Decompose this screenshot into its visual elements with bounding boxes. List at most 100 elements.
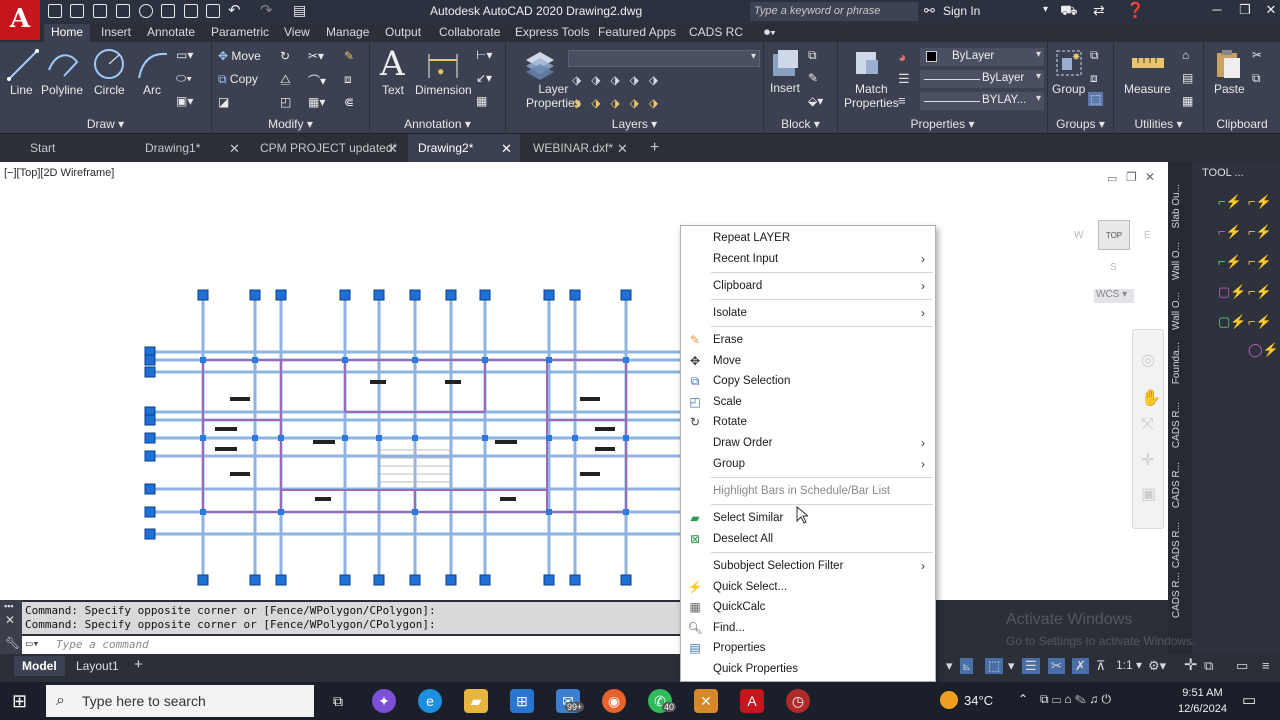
tab-collaborate[interactable]: Collaborate [439, 25, 500, 39]
close-icon[interactable]: ✕ [5, 613, 15, 627]
grip-handle[interactable] [569, 574, 581, 586]
close-icon[interactable]: ✕ [617, 141, 628, 157]
steering-wheel-icon[interactable]: ◎ [1141, 350, 1155, 370]
viewport-close-icon[interactable]: ✕ [1145, 170, 1155, 184]
menu-item-quick-properties[interactable]: Quick Properties [681, 659, 935, 679]
grip-handle[interactable] [252, 357, 258, 363]
new-icon[interactable] [48, 4, 62, 18]
close-icon[interactable]: ✕ [1260, 2, 1280, 20]
grip-handle[interactable] [569, 289, 581, 301]
array-icon[interactable]: ▦▾ [308, 95, 325, 109]
plot-icon[interactable] [161, 4, 175, 18]
rebar-tool-10-icon[interactable]: ⌐⚡ [1248, 314, 1272, 330]
zoom-extents-icon[interactable]: ⤧ [1141, 416, 1154, 434]
menu-item-repeat-layer[interactable]: Repeat LAYER [681, 228, 935, 248]
clipboard-panel-title[interactable]: Clipboard [1204, 117, 1280, 131]
grip-icon[interactable]: ▪▪▪ [4, 601, 14, 611]
menu-item-clipboard[interactable]: Clipboard › [681, 276, 935, 296]
doc-tab-start[interactable]: Start [20, 134, 130, 162]
grip-handle[interactable] [409, 574, 421, 586]
copilot-icon[interactable]: ✦ [372, 689, 396, 713]
measure-button[interactable]: Measure [1124, 82, 1171, 96]
tab-annotate[interactable]: Annotate [147, 25, 195, 39]
pan-icon[interactable]: ✋ [1141, 388, 1161, 408]
rebar-tool-8-icon[interactable]: ⌐⚡ [1248, 284, 1272, 300]
measure-icon[interactable] [1130, 54, 1166, 74]
menu-item-copy-selection[interactable]: ⧉ Copy Selection [681, 371, 935, 391]
viewcube-east[interactable]: E [1144, 230, 1151, 241]
leader-icon[interactable]: ⊢▾ [476, 48, 492, 62]
grip-handle[interactable] [482, 435, 488, 441]
menu-item-erase[interactable]: ✎ Erase [681, 330, 935, 350]
grip-handle[interactable] [546, 435, 552, 441]
autocad-logo-icon[interactable]: A [0, 0, 40, 40]
rebar-tool-3-icon[interactable]: ⌐⚡ [1218, 224, 1242, 240]
save-as-icon[interactable] [206, 4, 220, 18]
match-properties-button[interactable]: Match Properties [844, 82, 899, 110]
offset-icon[interactable]: ⋐ [344, 95, 354, 109]
dimension-icon[interactable]: ✸ [426, 48, 460, 82]
close-icon[interactable]: ✕ [229, 141, 240, 157]
isolate-objects-icon[interactable]: ⧉ [1204, 658, 1213, 674]
tab-express-tools[interactable]: Express Tools [515, 25, 589, 39]
modify-panel-title[interactable]: Modify ▾ [212, 117, 369, 131]
palette-tab-foundation[interactable]: Founda... [1171, 342, 1182, 384]
groups-panel-title[interactable]: Groups ▾ [1048, 117, 1113, 131]
group-icon[interactable]: ✸ [1054, 48, 1084, 78]
grip-handle[interactable] [249, 574, 261, 586]
chevron-down-icon[interactable]: ▾ [1043, 4, 1048, 15]
command-prompt-icon[interactable]: ▭▾ [26, 637, 39, 650]
tab-parametric[interactable]: Parametric [211, 25, 269, 39]
palette-tab-cads-2[interactable]: CADS R... [1171, 462, 1182, 508]
temperature[interactable]: 34°C [964, 693, 993, 708]
tab-view[interactable]: View [284, 25, 310, 39]
add-layout-icon[interactable]: + [134, 656, 143, 673]
new-tab-icon[interactable]: + [650, 139, 659, 157]
grip-handle[interactable] [543, 289, 555, 301]
viewport-restore-icon[interactable]: ❐ [1126, 170, 1137, 184]
menu-item-find[interactable]: 🔍︎ Find... [681, 618, 935, 638]
boundary-icon[interactable]: ▣▾ [176, 94, 193, 108]
lineweight-icon[interactable]: ≡ [898, 93, 906, 108]
table-icon[interactable]: ▦ [476, 94, 487, 108]
layers-panel-title[interactable]: Layers ▾ [506, 117, 763, 131]
group-button[interactable]: Group [1052, 82, 1085, 96]
notification-icon[interactable]: ▭ [1242, 691, 1256, 709]
login-icon[interactable] [139, 4, 153, 18]
firefox-icon[interactable]: ◉ [602, 689, 626, 713]
edit-block-icon[interactable]: ✎ [808, 71, 818, 85]
grip-handle[interactable] [144, 366, 156, 378]
tab-insert[interactable]: Insert [101, 25, 131, 39]
file-explorer-icon[interactable]: ▰ [464, 689, 488, 713]
copy-clip-icon[interactable]: ⧉ [1252, 71, 1261, 86]
line-icon[interactable] [6, 48, 40, 82]
move-button[interactable]: ✥ Move [218, 49, 261, 63]
polyline-button[interactable]: Polyline [41, 83, 83, 97]
tab-output[interactable]: Output [385, 25, 421, 39]
grip-handle[interactable] [543, 574, 555, 586]
arc-button[interactable]: Arc [143, 83, 161, 97]
menu-item-quick-select[interactable]: ⚡ Quick Select... [681, 577, 935, 597]
grip-handle[interactable] [479, 574, 491, 586]
grip-handle[interactable] [482, 357, 488, 363]
grip-handle[interactable] [572, 435, 578, 441]
taskbar-search-input[interactable]: ⌕ Type here to search [46, 685, 314, 717]
utility-1-icon[interactable]: ⌂ [1182, 48, 1189, 62]
linetype-dropdown[interactable]: ByLayer ▾ [920, 70, 1044, 88]
recorder-icon[interactable]: ◷ [786, 689, 810, 713]
doc-tab-cpm-project[interactable]: CPM PROJECT updated* [250, 134, 405, 162]
utilities-panel-title[interactable]: Utilities ▾ [1114, 117, 1203, 131]
menu-item-select-similar[interactable]: ▰ Select Similar [681, 508, 935, 528]
annotation-visibility-icon[interactable]: ✂ [1048, 658, 1065, 674]
grip-handle[interactable] [278, 435, 284, 441]
palette-tab-slab[interactable]: Slab Ou... [1171, 184, 1182, 228]
grip-handle[interactable] [278, 509, 284, 515]
group-edit-icon[interactable]: ⧈ [1090, 71, 1098, 86]
grip-handle[interactable] [623, 435, 629, 441]
minimize-icon[interactable]: ─ [1206, 2, 1228, 20]
wcs-menu[interactable]: WCS ▾ [1094, 289, 1134, 303]
palette-tab-wall-1[interactable]: Wall O... [1171, 242, 1182, 280]
stretch-icon[interactable]: ◪ [218, 95, 229, 109]
autocad-taskbar-icon[interactable]: A [740, 689, 764, 713]
grip-handle[interactable] [342, 435, 348, 441]
